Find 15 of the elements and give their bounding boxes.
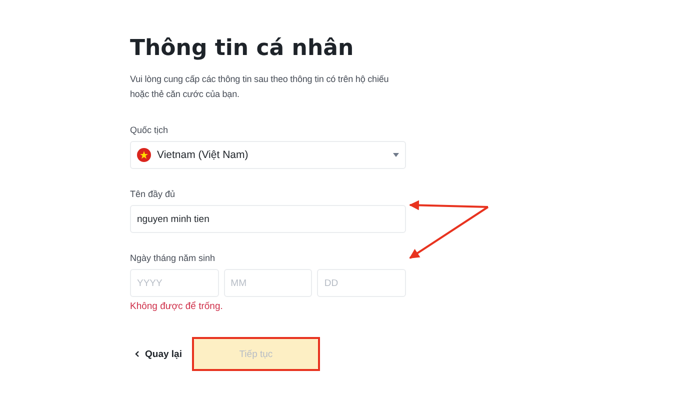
page-title: Thông tin cá nhân [130,36,355,62]
name-input[interactable]: nguyen minh tien [130,205,406,233]
date-input[interactable]: YYYY [130,269,219,297]
field-label: Tên đầy đủ [130,189,176,200]
back-button[interactable]: Quay lại [135,348,182,360]
chevron-left-icon [135,351,139,357]
flag-icon [137,148,151,162]
field-label: Quốc tịch [130,125,170,136]
field-label: Ngày tháng năm sinh [130,253,216,264]
date-input[interactable]: MM [224,269,312,297]
error-message: Không được để trống. [130,301,224,313]
description: Vui lòng cung cấp các thông tin sau theo thông tin có trên hộ chiếu hoặc thẻ căn cước của bạn. [130,73,390,101]
nationality-select[interactable]: Vietnam (Việt Nam) [130,141,406,169]
caret-icon [393,153,399,157]
date-input[interactable]: DD [317,269,406,297]
